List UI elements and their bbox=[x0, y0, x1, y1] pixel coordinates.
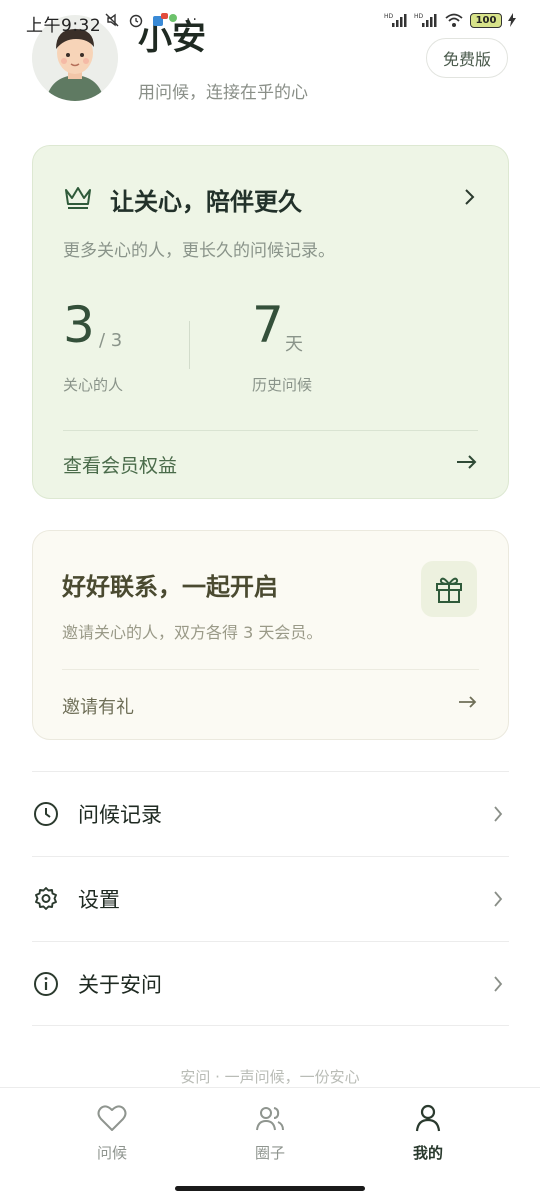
menu-item-label: 设置 bbox=[78, 888, 120, 912]
chevron-right-icon bbox=[494, 891, 503, 907]
app-notification-icon bbox=[153, 13, 177, 26]
stat-caring-unit: / 3 bbox=[99, 330, 123, 351]
arrow-right-icon[interactable] bbox=[456, 454, 478, 470]
stat-caring-label: 关心的人 bbox=[63, 376, 124, 394]
signal-icon-2: HD bbox=[414, 13, 437, 27]
chevron-right-icon[interactable] bbox=[464, 188, 476, 206]
chevron-right-icon bbox=[494, 976, 503, 992]
battery-indicator: 100 bbox=[470, 12, 502, 28]
user-tagline: 用问候，连接在乎的心 bbox=[138, 83, 308, 103]
chevron-right-icon bbox=[494, 806, 503, 822]
invite-title: 好好联系，一起开启 bbox=[62, 573, 278, 601]
person-icon bbox=[368, 1102, 488, 1134]
gift-icon-container bbox=[421, 561, 477, 617]
arrow-right-icon[interactable] bbox=[458, 695, 478, 709]
menu-item-label: 问候记录 bbox=[78, 803, 162, 827]
heart-icon bbox=[52, 1102, 172, 1134]
signal-icon: HD bbox=[384, 13, 407, 27]
wifi-icon bbox=[445, 13, 463, 27]
divider bbox=[62, 669, 479, 670]
status-bar: 上午9:32 ·· HD HD 100 bbox=[0, 0, 540, 46]
crown-icon bbox=[65, 187, 91, 209]
footer-slogan: 安问 · 一声问候，一份安心 bbox=[180, 1068, 360, 1086]
view-membership-benefits-link[interactable]: 查看会员权益 bbox=[63, 451, 177, 478]
status-notification-icons: ·· bbox=[104, 12, 199, 28]
invite-description: 邀请关心的人，双方各得 3 天会员。 bbox=[62, 623, 323, 642]
membership-description: 更多关心的人，更长久的问候记录。 bbox=[63, 241, 335, 261]
more-notifications-icon: ·· bbox=[186, 12, 199, 28]
bottom-tab-bar: 问候 圈子 我的 bbox=[0, 1087, 540, 1200]
invite-card[interactable]: 好好联系，一起开启 邀请关心的人，双方各得 3 天会员。 邀请有礼 bbox=[32, 530, 509, 740]
mute-icon bbox=[105, 13, 119, 27]
stat-divider bbox=[189, 321, 190, 369]
alarm-icon bbox=[129, 14, 143, 28]
menu-item-about[interactable]: 关于安问 bbox=[32, 941, 509, 1026]
stat-history-unit: 天 bbox=[285, 334, 303, 355]
menu-item-label: 关于安问 bbox=[78, 972, 162, 997]
menu-item-greeting-history[interactable]: 问候记录 bbox=[32, 771, 509, 856]
tab-label: 我的 bbox=[412, 1144, 443, 1162]
svg-text:HD: HD bbox=[414, 13, 424, 20]
tab-label: 圈子 bbox=[254, 1144, 285, 1162]
settings-menu: 问候记录 设置 关于安问 bbox=[32, 771, 509, 1026]
gear-icon bbox=[32, 885, 60, 913]
info-icon bbox=[32, 970, 60, 998]
tab-label: 问候 bbox=[96, 1144, 127, 1162]
divider bbox=[63, 430, 478, 431]
menu-item-settings[interactable]: 设置 bbox=[32, 856, 509, 941]
stat-caring-count: 3 bbox=[63, 296, 95, 354]
gift-icon bbox=[436, 577, 462, 603]
home-indicator[interactable] bbox=[175, 1186, 365, 1191]
tab-mine[interactable]: 我的 bbox=[368, 1102, 488, 1163]
stat-history-count: 7 bbox=[252, 296, 284, 354]
people-icon bbox=[210, 1102, 330, 1134]
charging-icon bbox=[508, 13, 516, 27]
invite-gift-link[interactable]: 邀请有礼 bbox=[62, 693, 134, 719]
stat-history-label: 历史问候 bbox=[252, 376, 313, 394]
tab-circle[interactable]: 圈子 bbox=[210, 1102, 330, 1163]
clock-icon bbox=[32, 800, 60, 828]
membership-card[interactable]: 让关心，陪伴更久 更多关心的人，更长久的问候记录。 3 / 3 关心的人 7 天… bbox=[32, 145, 509, 499]
status-right-icons: HD HD 100 bbox=[384, 12, 516, 28]
svg-text:HD: HD bbox=[384, 13, 394, 20]
membership-title: 让关心，陪伴更久 bbox=[110, 188, 302, 216]
tab-greeting[interactable]: 问候 bbox=[52, 1102, 172, 1163]
status-time: 上午9:32 bbox=[26, 16, 102, 36]
